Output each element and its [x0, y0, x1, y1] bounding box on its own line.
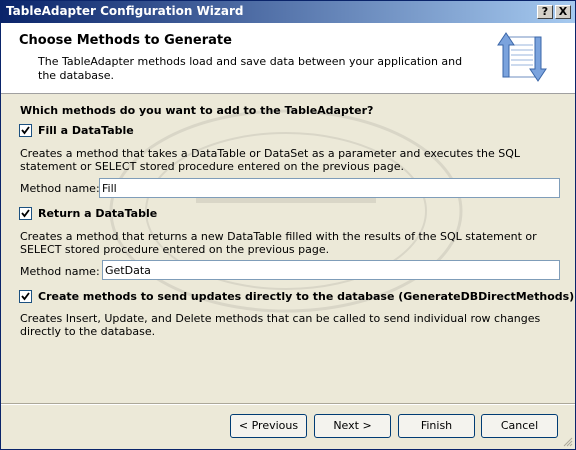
wizard-window: TableAdapter Configuration Wizard ? X Ch…: [0, 0, 576, 450]
direct-methods-description: Creates Insert, Update, and Delete metho…: [20, 312, 541, 338]
return-datatable-label[interactable]: Return a DataTable: [38, 207, 157, 220]
close-button[interactable]: X: [555, 5, 571, 19]
finish-button[interactable]: Finish: [398, 414, 475, 438]
return-datatable-description: Creates a method that returns a new Data…: [20, 230, 537, 256]
page-title: Choose Methods to Generate: [19, 33, 232, 48]
resize-grip-icon[interactable]: [561, 435, 573, 447]
direct-methods-label[interactable]: Create methods to send updates directly …: [38, 290, 574, 303]
cancel-button[interactable]: Cancel: [481, 414, 558, 438]
previous-button[interactable]: < Previous: [230, 414, 307, 438]
return-method-name-input[interactable]: [102, 260, 560, 280]
window-title: TableAdapter Configuration Wizard: [6, 4, 244, 18]
fill-method-name-input[interactable]: [99, 178, 560, 198]
next-button[interactable]: Next >: [314, 414, 391, 438]
methods-question: Which methods do you want to add to the …: [20, 104, 374, 117]
checkmark-icon: [21, 292, 30, 301]
page-description: The TableAdapter methods load and save d…: [38, 55, 463, 82]
wizard-header: Choose Methods to Generate The TableAdap…: [1, 23, 575, 94]
title-bar[interactable]: TableAdapter Configuration Wizard ? X: [1, 1, 575, 23]
help-button[interactable]: ?: [537, 5, 553, 19]
database-sync-arrows-icon: [497, 32, 547, 82]
fill-datatable-label[interactable]: Fill a DataTable: [38, 124, 134, 137]
return-method-name-label: Method name:: [20, 265, 100, 278]
fill-datatable-checkbox[interactable]: [19, 124, 32, 137]
footer-divider: [1, 403, 575, 405]
fill-method-name-label: Method name:: [20, 182, 100, 195]
direct-methods-checkbox[interactable]: [19, 290, 32, 303]
return-datatable-checkbox[interactable]: [19, 207, 32, 220]
fill-datatable-description: Creates a method that takes a DataTable …: [20, 147, 520, 173]
checkmark-icon: [21, 126, 30, 135]
checkmark-icon: [21, 209, 30, 218]
